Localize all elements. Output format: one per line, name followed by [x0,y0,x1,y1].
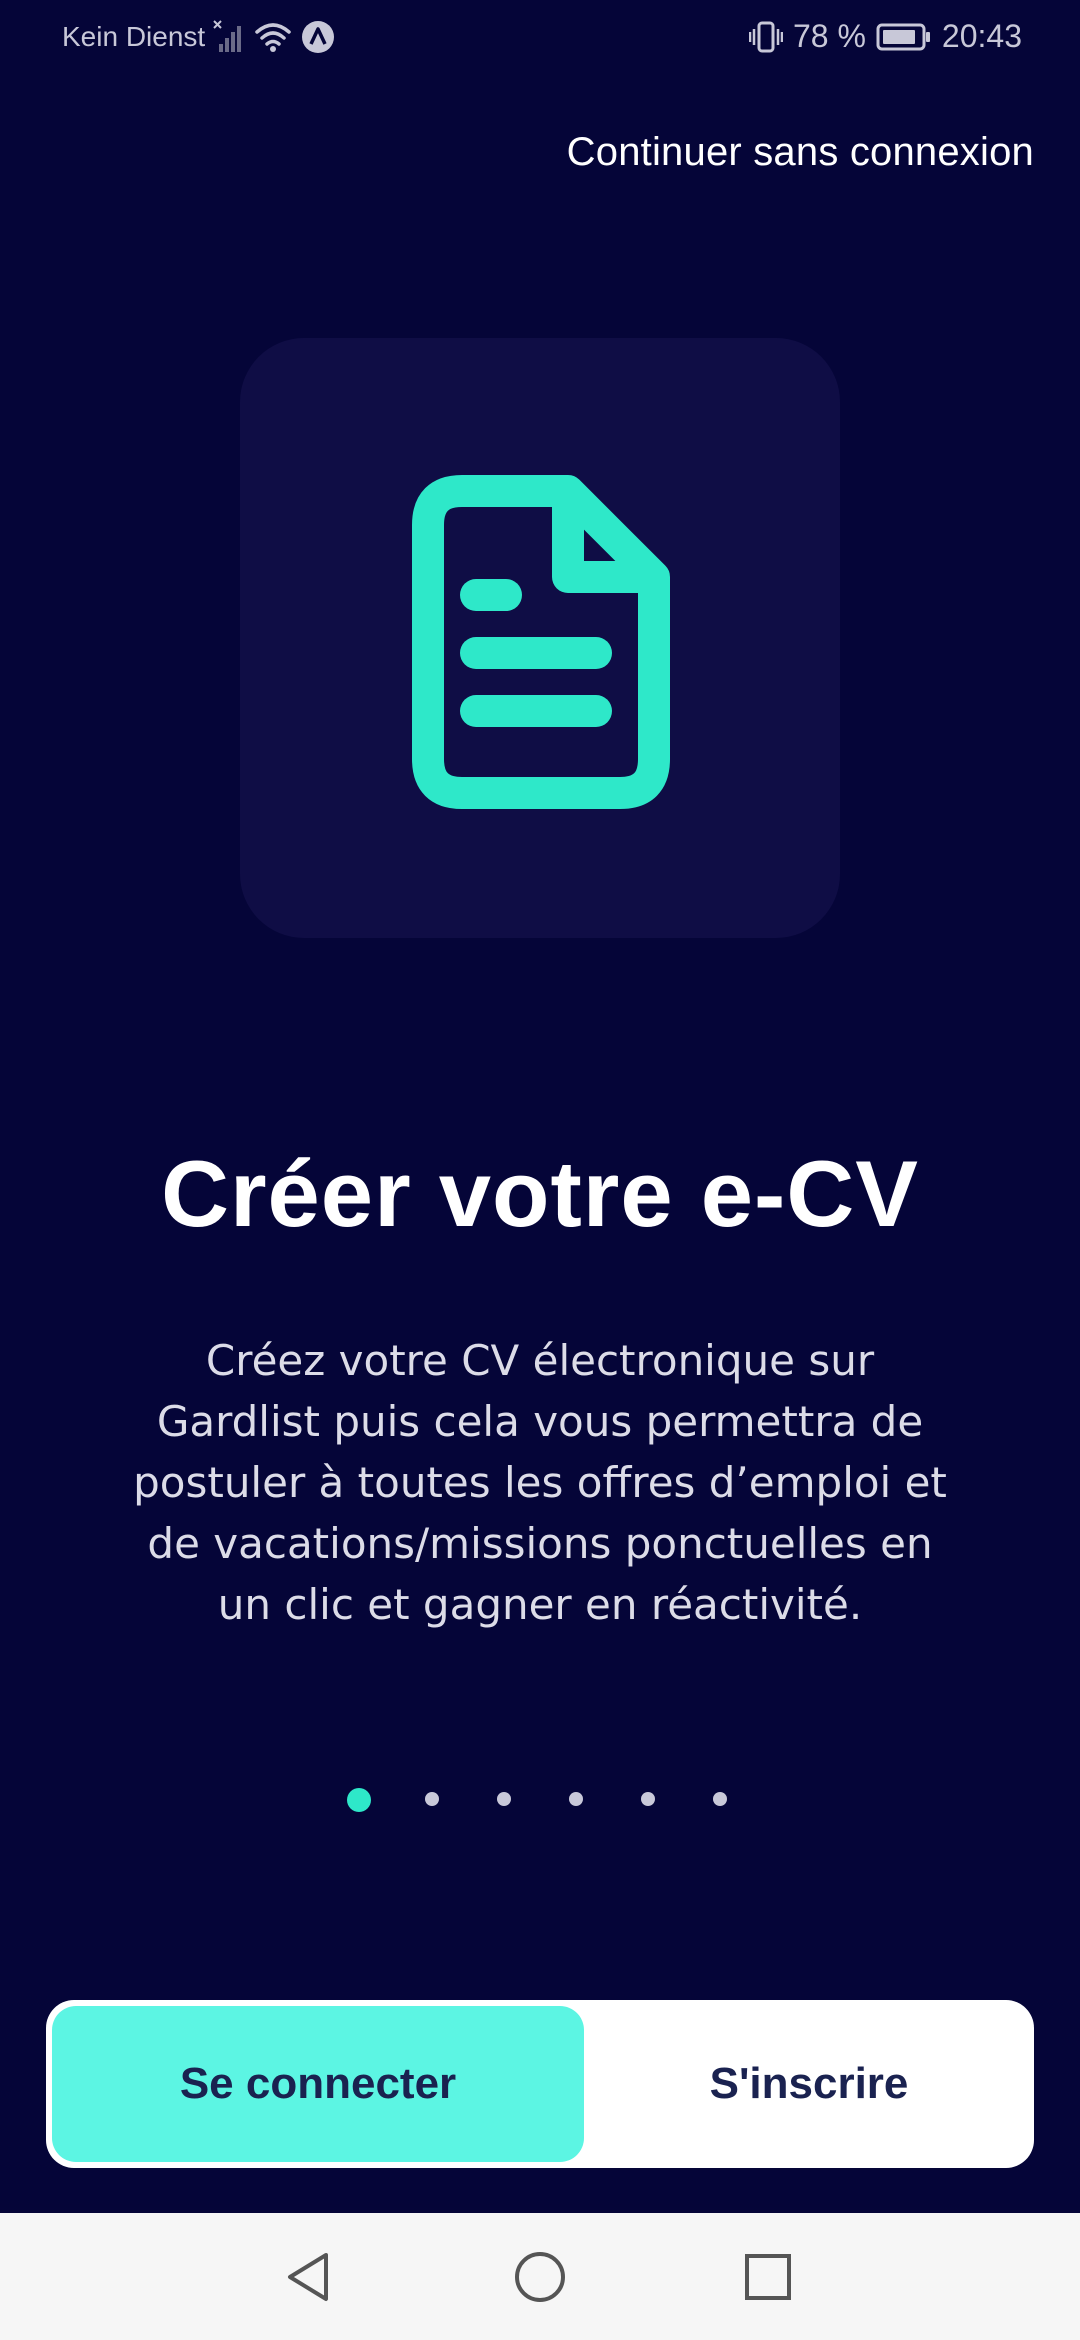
page-dot[interactable] [569,1792,583,1806]
vpn-icon [301,20,335,54]
clock: 20:43 [941,18,1022,54]
status-right: 78 % 20:43 [748,18,1022,55]
home-icon[interactable] [504,2241,576,2313]
page-dot[interactable] [425,1792,439,1806]
continue-without-login-link[interactable]: Continuer sans connexion [567,130,1034,175]
page-dot[interactable] [713,1792,727,1806]
vibrate-icon [748,20,783,54]
wifi-icon [253,21,293,53]
status-left: Kein Dienst [62,20,335,54]
no-signal-icon [213,20,245,54]
slide-title: Créer votre e-CV [161,1141,919,1246]
login-button[interactable]: Se connecter [52,2006,584,2162]
page-dot[interactable] [497,1792,511,1806]
document-icon [412,475,670,809]
recents-icon[interactable] [732,2241,804,2313]
back-icon[interactable] [272,2241,344,2313]
illustration-card [240,338,840,938]
battery-icon [876,22,932,52]
system-nav-bar [0,2213,1080,2340]
status-bar: Kein Dienst 78 % 20:43 [0,0,1080,76]
auth-button-group: Se connecter S'inscrire [46,2000,1034,2168]
page-indicator [0,1788,1080,1812]
battery-percent: 78 % [792,18,866,54]
page-dot-active[interactable] [347,1788,371,1812]
slide-description: Créez votre CV électronique sur Gardlist… [133,1336,947,1629]
onboarding-screen: Kein Dienst 78 % 20:43 Continuer sans co… [0,0,1080,2213]
carrier-label: Kein Dienst [62,21,206,52]
signup-button[interactable]: S'inscrire [584,2000,1034,2168]
page-dot[interactable] [641,1792,655,1806]
